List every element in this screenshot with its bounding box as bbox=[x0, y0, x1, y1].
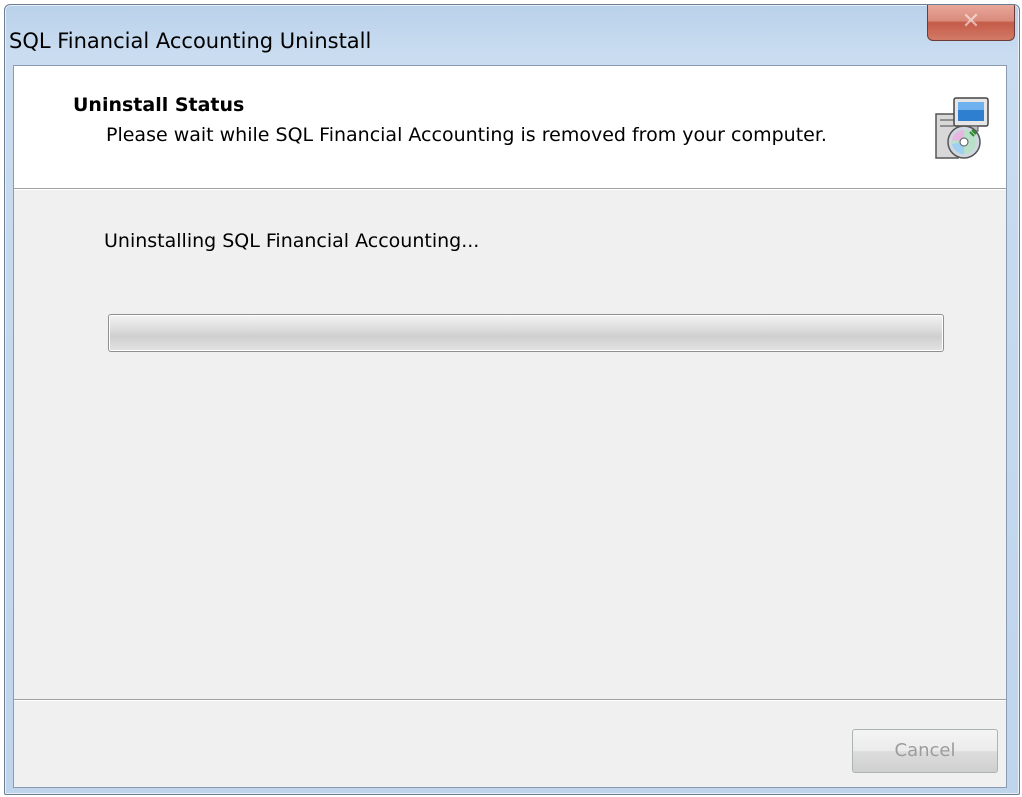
dialog-client-area: Uninstall Status Please wait while SQL F… bbox=[13, 65, 1007, 788]
header-subtitle: Please wait while SQL Financial Accounti… bbox=[106, 124, 827, 146]
close-icon: ✕ bbox=[961, 9, 981, 34]
cancel-button[interactable]: Cancel bbox=[852, 729, 998, 773]
progress-bar bbox=[108, 314, 944, 352]
window-title: SQL Financial Accounting Uninstall bbox=[9, 29, 372, 53]
wizard-header: Uninstall Status Please wait while SQL F… bbox=[14, 66, 1006, 189]
header-divider bbox=[14, 189, 1006, 190]
uninstall-window: SQL Financial Accounting Uninstall ✕ Uni… bbox=[4, 4, 1020, 795]
close-button[interactable]: ✕ bbox=[927, 5, 1015, 41]
footer-divider bbox=[14, 699, 1006, 700]
header-title: Uninstall Status bbox=[73, 94, 245, 116]
title-bar[interactable]: SQL Financial Accounting Uninstall ✕ bbox=[5, 5, 1019, 65]
status-text: Uninstalling SQL Financial Accounting... bbox=[104, 230, 480, 252]
setup-computer-cd-icon bbox=[935, 97, 989, 159]
